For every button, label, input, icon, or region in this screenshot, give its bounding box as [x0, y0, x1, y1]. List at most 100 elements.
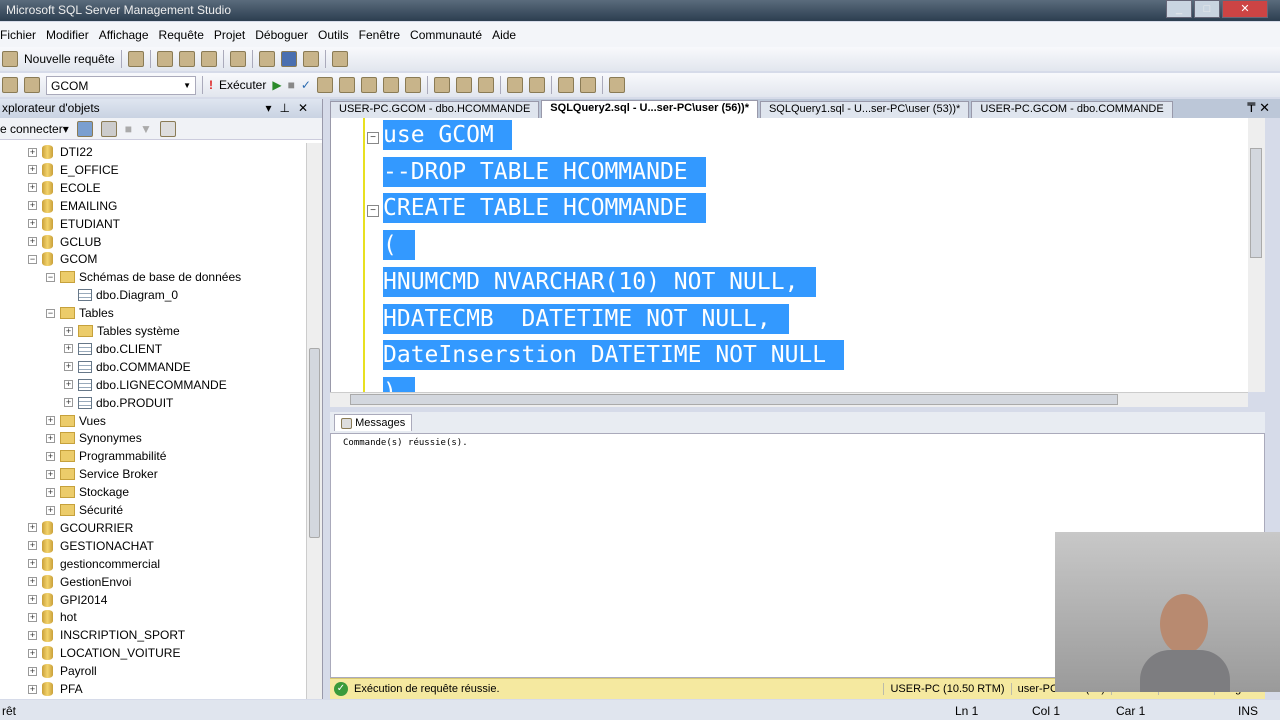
tree-item[interactable]: + Payroll: [28, 662, 97, 680]
expand-icon[interactable]: +: [28, 541, 37, 551]
tree-item[interactable]: + INSCRIPTION_SPORT: [28, 626, 185, 644]
tab-controls[interactable]: ₸ ✕: [1237, 100, 1280, 118]
open-icon[interactable]: [258, 51, 275, 67]
code-line[interactable]: CREATE TABLE HCOMMANDE: [383, 193, 706, 224]
expand-icon[interactable]: +: [28, 577, 37, 587]
expand-icon[interactable]: +: [28, 219, 37, 229]
collapse-icon[interactable]: −: [46, 272, 55, 282]
code-line[interactable]: --DROP TABLE HCOMMANDE: [383, 156, 706, 187]
specify-values-icon[interactable]: [608, 77, 625, 93]
expand-icon[interactable]: +: [46, 505, 55, 515]
tree-item[interactable]: + Service Broker: [46, 465, 158, 483]
connect-icon[interactable]: [2, 77, 18, 93]
editor-vertical-scrollbar[interactable]: [1248, 118, 1265, 392]
client-stats-icon[interactable]: [404, 77, 421, 93]
expand-icon[interactable]: +: [64, 380, 73, 390]
tree-item[interactable]: + Vues: [46, 412, 106, 430]
include-plan-icon[interactable]: [382, 77, 399, 93]
expand-icon[interactable]: +: [28, 595, 37, 604]
disconnect-icon[interactable]: [100, 120, 117, 137]
tree-item[interactable]: + PFA: [28, 680, 83, 698]
tree-item[interactable]: + Programmabilité: [46, 447, 166, 465]
expand-icon[interactable]: +: [28, 237, 37, 246]
collapse-icon[interactable]: −: [28, 254, 37, 264]
tab-hcommande[interactable]: USER-PC.GCOM - dbo.HCOMMANDE: [330, 101, 540, 118]
object-explorer-scrollbar[interactable]: [306, 143, 322, 699]
change-connection-icon[interactable]: [24, 77, 40, 93]
code-line[interactable]: HDATECMB DATETIME NOT NULL,: [383, 303, 789, 334]
results-to-icon[interactable]: [360, 77, 377, 93]
tree-item[interactable]: − Tables: [46, 304, 114, 322]
menu-outils[interactable]: Outils: [318, 28, 359, 42]
code-line[interactable]: ): [383, 376, 415, 392]
tree-item[interactable]: + GPI2014: [28, 591, 107, 609]
expand-icon[interactable]: +: [28, 523, 37, 533]
expand-icon[interactable]: +: [28, 684, 37, 694]
file-icon[interactable]: [127, 51, 144, 67]
uncomment-icon[interactable]: [528, 77, 545, 93]
code-line[interactable]: (: [383, 230, 415, 261]
expand-icon[interactable]: +: [46, 416, 55, 425]
tree-item[interactable]: + GCOURRIER: [28, 519, 133, 537]
minimize-button[interactable]: _: [1166, 0, 1192, 18]
parse-check-icon[interactable]: ✓: [301, 78, 311, 92]
expand-icon[interactable]: +: [46, 487, 55, 497]
expand-icon[interactable]: +: [64, 398, 73, 408]
expand-icon[interactable]: +: [28, 559, 37, 569]
expand-icon[interactable]: +: [28, 165, 37, 175]
panel-controls[interactable]: ▾⊥✕: [265, 101, 316, 115]
tab-sqlquery1[interactable]: SQLQuery1.sql - U...ser-PC\user (53))*: [759, 101, 970, 118]
tree-item[interactable]: + Stockage: [46, 483, 129, 501]
menu-affichage[interactable]: Affichage: [99, 28, 159, 42]
activity-monitor-icon[interactable]: [331, 51, 348, 67]
results-grid-icon[interactable]: [455, 77, 472, 93]
code-line[interactable]: HNUMCMD NVARCHAR(10) NOT NULL,: [383, 266, 817, 297]
tab-commande[interactable]: USER-PC.GCOM - dbo.COMMANDE: [971, 101, 1173, 118]
menu-modifier[interactable]: Modifier: [46, 28, 99, 42]
expand-icon[interactable]: +: [46, 433, 55, 443]
tree-item[interactable]: + LOCATION_VOITURE: [28, 644, 180, 662]
expand-icon[interactable]: +: [64, 362, 73, 372]
filter-icon[interactable]: ▼: [140, 122, 152, 136]
refresh-icon[interactable]: [159, 120, 176, 137]
outdent-icon[interactable]: [557, 77, 574, 93]
expand-icon[interactable]: +: [28, 666, 37, 676]
tree-item[interactable]: + hot: [28, 608, 77, 626]
close-button[interactable]: ✕: [1222, 0, 1268, 18]
expand-icon[interactable]: +: [46, 469, 55, 479]
stop-icon[interactable]: ■: [125, 122, 132, 136]
tree-item[interactable]: + GestionEnvoi: [28, 573, 131, 591]
debug-icon[interactable]: ▶: [272, 78, 281, 92]
tree-item[interactable]: + ECOLE: [28, 179, 101, 197]
tree-item[interactable]: + GCLUB: [28, 233, 101, 251]
menu-communauté[interactable]: Communauté: [410, 28, 492, 42]
tree-item[interactable]: + DTI22: [28, 143, 93, 161]
collapse-icon[interactable]: −: [46, 308, 55, 318]
tree-item[interactable]: + dbo.COMMANDE: [64, 358, 191, 376]
tree-item[interactable]: + dbo.LIGNECOMMANDE: [64, 376, 227, 394]
tree-item[interactable]: + gestioncommercial: [28, 555, 160, 573]
menu-requête[interactable]: Requête: [159, 28, 214, 42]
tree-item[interactable]: + Sécurité: [46, 501, 123, 519]
database-select[interactable]: GCOM ▼: [46, 75, 196, 95]
collapse-icon[interactable]: −: [367, 132, 379, 144]
expand-icon[interactable]: +: [28, 147, 37, 157]
indent-icon[interactable]: [579, 77, 596, 93]
sql-ce-icon[interactable]: [229, 51, 246, 67]
save-icon[interactable]: [280, 51, 297, 67]
tree-item[interactable]: − GCOM: [28, 250, 97, 268]
tree-item[interactable]: + GESTIONACHAT: [28, 537, 154, 555]
tab-sqlquery2[interactable]: SQLQuery2.sql - U...ser-PC\user (56))*: [541, 100, 758, 118]
new-query-button[interactable]: Nouvelle requête: [24, 52, 115, 66]
tree-item[interactable]: + dbo.PRODUIT: [64, 394, 173, 412]
expand-icon[interactable]: +: [64, 326, 73, 336]
expand-icon[interactable]: +: [28, 183, 37, 193]
results-file-icon[interactable]: [477, 77, 494, 93]
mdx-query-icon[interactable]: [156, 51, 173, 67]
expand-icon[interactable]: +: [28, 648, 37, 658]
expand-icon[interactable]: +: [64, 344, 73, 354]
tree-item[interactable]: − Schémas de base de données: [46, 268, 241, 286]
collapse-icon[interactable]: −: [367, 205, 379, 217]
query-editor[interactable]: − − use GCOM --DROP TABLE HCOMMANDE CREATE…: [330, 118, 1265, 392]
code-line[interactable]: DateInserstion DATETIME NOT NULL: [383, 340, 845, 371]
